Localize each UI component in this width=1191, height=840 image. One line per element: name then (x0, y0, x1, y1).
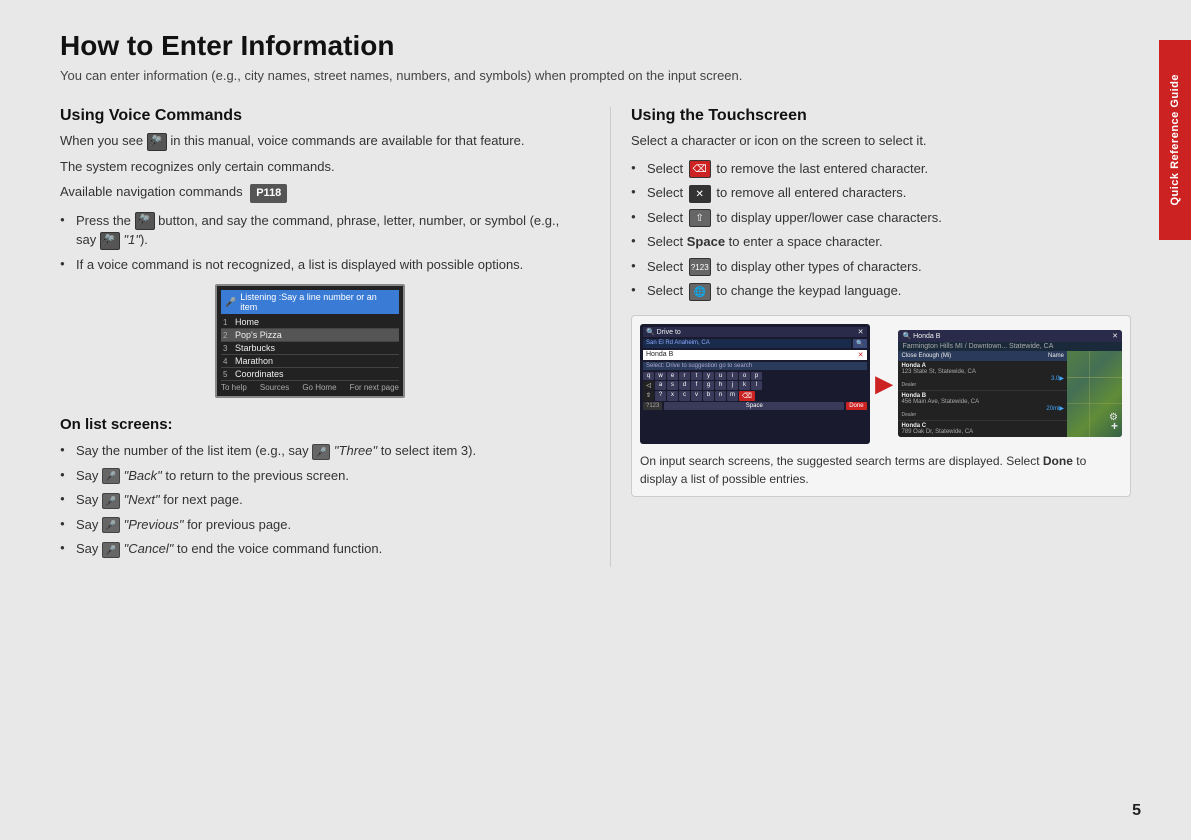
voice-intro-2: The system recognizes only certain comma… (60, 157, 560, 177)
page-title: How to Enter Information (60, 30, 1131, 62)
kbd-header-left: 🔍 Drive to ✕ (643, 327, 867, 337)
voice-icon-inline: 🎤 (147, 133, 167, 151)
touch-bullet-5: Select ?123 to display other types of ch… (631, 257, 1131, 277)
touch-bullet-2: Select ✕ to remove all entered character… (631, 183, 1131, 203)
clear-icon: ✕ (689, 185, 711, 203)
intro1-text: When you see (60, 133, 143, 148)
list-bullet-1: Say the number of the list item (e.g., s… (60, 441, 560, 461)
kbd-location-row: San El Rd Anaheim, CA 🔍 (643, 339, 867, 348)
page-ref-badge: P118 (250, 184, 287, 203)
number-icon: ?123 (689, 258, 711, 276)
right-screen-header: 🔍 Honda B ✕ (898, 330, 1122, 342)
kbd-row-2: ◁ a s d f g h j k l (643, 381, 867, 390)
ss-header: 🎤 Listening :Say a line number or an ite… (221, 290, 399, 314)
page-number: 5 (1132, 802, 1141, 820)
ss-row-3: 3 Starbucks (221, 342, 399, 355)
ss-row-1: 1 Home (221, 316, 399, 329)
result-item-2: Honda B 456 Main Ave, Statewide, CA 20mi… (898, 391, 1067, 421)
voice-commands-section: Using Voice Commands When you see 🎤 in t… (60, 107, 560, 398)
map-visual: + ⚙ (1067, 351, 1122, 437)
touch-bullet-1: Select ⌫ to remove the last entered char… (631, 159, 1131, 179)
touchscreen-heading: Using the Touchscreen (631, 107, 1131, 125)
listening-screenshot: 🎤 Listening :Say a line number or an ite… (215, 284, 405, 398)
ss-row-4: 4 Marathon (221, 355, 399, 368)
voice-bullets: Press the 🎤 button, and say the command,… (60, 211, 560, 275)
list-bullet-4: Say 🎤 "Previous" for previous page. (60, 515, 560, 535)
backspace-icon: ⌫ (689, 160, 711, 178)
two-column-layout: Using Voice Commands When you see 🎤 in t… (60, 107, 1131, 567)
right-screen-body: Close Enough (Mi) Name Honda A 123 State… (898, 351, 1122, 437)
keyboard-screenshot-container: 🔍 Drive to ✕ San El Rd Anaheim, CA 🔍 Hon… (631, 315, 1131, 497)
kbd-row-3: ⇧ ? x c v b n m ⌫ (643, 391, 867, 401)
result-header: Close Enough (Mi) Name (898, 351, 1067, 361)
voice-intro-3: Available navigation commands P118 (60, 182, 560, 203)
ss-row-2: 2 Pop's Pizza (221, 329, 399, 342)
voice-icon-three: 🎤 (312, 444, 330, 460)
list-screens-section: On list screens: Say the number of the l… (60, 416, 560, 559)
caption-text-before: On input search screens, the suggested s… (640, 454, 1040, 468)
ss-footer: To help Sources Go Home For next page (221, 383, 399, 392)
touch-bullet-3: Select ⇧ to display upper/lower case cha… (631, 208, 1131, 228)
right-column: Using the Touchscreen Select a character… (610, 107, 1131, 567)
touch-bullet-6: Select 🌐 to change the keypad language. (631, 281, 1131, 301)
touch-bullet-4: Select Space to enter a space character. (631, 232, 1131, 252)
bullet-item-notrecognized: If a voice command is not recognized, a … (60, 255, 560, 275)
voice-intro-1: When you see 🎤 in this manual, voice com… (60, 131, 560, 151)
right-screen-location: Farmington Hills MI / Downtown... Statew… (898, 342, 1122, 351)
touchscreen-intro: Select a character or icon on the screen… (631, 131, 1131, 151)
map-gradient: + ⚙ (1067, 351, 1122, 437)
voice-commands-heading: Using Voice Commands (60, 107, 560, 125)
keyboard-screens: 🔍 Drive to ✕ San El Rd Anaheim, CA 🔍 Hon… (640, 324, 1122, 444)
caption-bold: Done (1043, 454, 1073, 468)
page-container: Quick Reference Guide 5 How to Enter Inf… (0, 0, 1191, 840)
keyboard-screen-right: 🔍 Honda B ✕ Farmington Hills MI / Downto… (898, 330, 1122, 437)
intro1-after-text: in this manual, voice commands are avail… (170, 133, 524, 148)
list-bullet-5: Say 🎤 "Cancel" to end the voice command … (60, 539, 560, 559)
tab-label: Quick Reference Guide (1169, 74, 1181, 206)
list-screens-bullets: Say the number of the list item (e.g., s… (60, 441, 560, 559)
kbd-row-1: q w e r t y u i o p (643, 372, 867, 380)
keyboard-screen-left: 🔍 Drive to ✕ San El Rd Anaheim, CA 🔍 Hon… (640, 324, 870, 444)
bullet-item-press: Press the 🎤 button, and say the command,… (60, 211, 560, 250)
voice-icon-cancel: 🎤 (102, 542, 120, 558)
results-list: Close Enough (Mi) Name Honda A 123 State… (898, 351, 1067, 437)
list-bullet-3: Say 🎤 "Next" for next page. (60, 490, 560, 510)
voice-icon-say: 🎤 (100, 232, 120, 250)
voice-icon-next: 🎤 (102, 493, 120, 509)
voice-icon-press: 🎤 (135, 212, 155, 230)
list-screens-heading: On list screens: (60, 416, 560, 433)
voice-icon-prev: 🎤 (102, 517, 120, 533)
touchscreen-bullets: Select ⌫ to remove the last entered char… (631, 159, 1131, 301)
kbd-suggestion: Select: Drive to suggestion go to search (643, 362, 867, 370)
page-subtitle: You can enter information (e.g., city na… (60, 68, 1131, 83)
quick-reference-tab: Quick Reference Guide (1159, 40, 1191, 240)
left-column: Using Voice Commands When you see 🎤 in t… (60, 107, 580, 567)
kbd-input: Honda B ✕ (643, 350, 867, 360)
arrow-icon: ▶ (876, 371, 893, 397)
result-item-3: Honda C 789 Oak Dr, Statewide, CA (898, 421, 1067, 437)
kbd-bottom: ?123 Space Done (643, 402, 867, 410)
voice-icon-back: 🎤 (102, 468, 120, 484)
keyboard-caption: On input search screens, the suggested s… (640, 452, 1122, 488)
touchscreen-section: Using the Touchscreen Select a character… (631, 107, 1131, 497)
globe-icon: 🌐 (689, 283, 711, 301)
result-item-1: Honda A 123 State St, Statewide, CA 3.0▶… (898, 361, 1067, 391)
list-bullet-2: Say 🎤 "Back" to return to the previous s… (60, 466, 560, 486)
intro3-text: Available navigation commands (60, 184, 243, 199)
case-icon: ⇧ (689, 209, 711, 227)
ss-row-5: 5 Coordinates (221, 368, 399, 381)
